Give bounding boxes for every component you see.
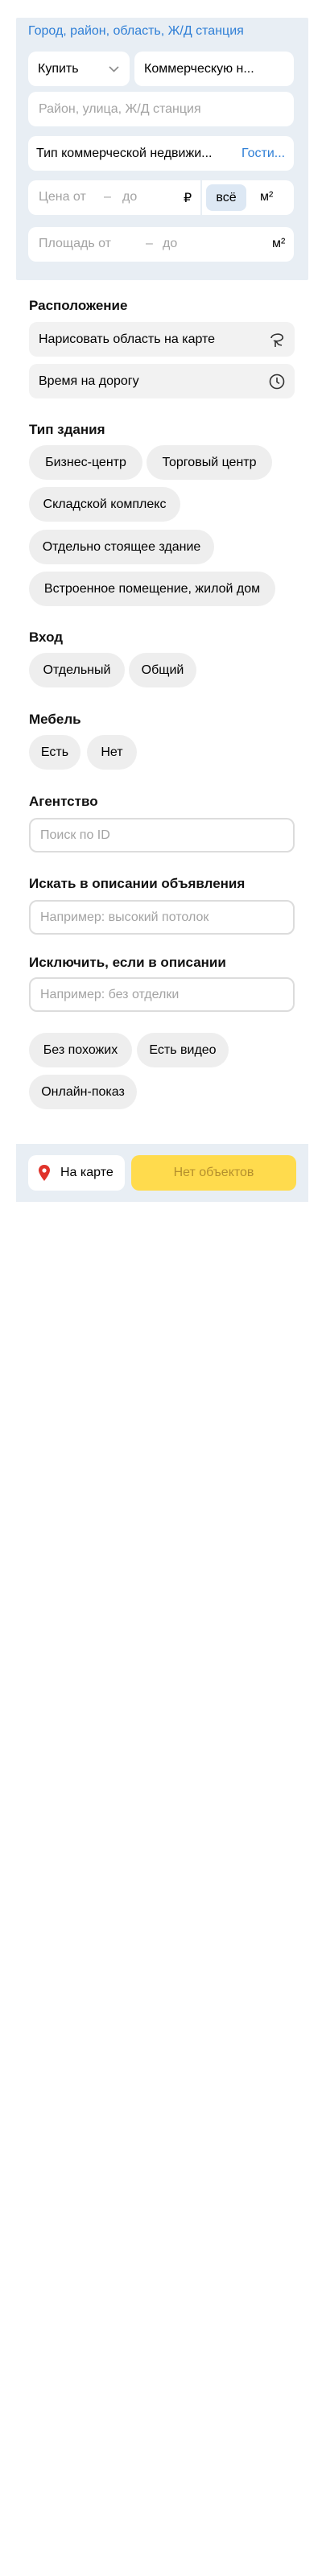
price-unit-sqm-button[interactable]: м² xyxy=(260,190,273,204)
price-from-placeholder: Цена от xyxy=(39,190,86,204)
area-range-input[interactable]: Площадь от – до м² xyxy=(28,227,294,262)
address-input[interactable]: Район, улица, Ж/Д станция xyxy=(28,92,294,126)
agency-title: Агентство xyxy=(29,794,98,809)
entrance-option[interactable]: Общий xyxy=(129,653,196,687)
deal-type-select[interactable]: Купить xyxy=(28,52,130,86)
show-results-label: Нет объектов xyxy=(173,1166,254,1179)
clock-icon xyxy=(269,374,285,390)
building-type-option[interactable]: Складской комплекс xyxy=(29,487,180,522)
description-search-title: Искать в описании объявления xyxy=(29,876,246,891)
extra-option[interactable]: Есть видео xyxy=(137,1033,229,1067)
extra-option[interactable]: Без похожих xyxy=(29,1033,132,1067)
show-on-map-label: На карте xyxy=(60,1166,114,1179)
price-unit-all-label: всё xyxy=(216,190,237,204)
area-from-placeholder: Площадь от xyxy=(39,237,111,250)
location-title: Расположение xyxy=(29,298,128,313)
description-exclude-title: Исключить, если в описании xyxy=(29,955,226,970)
entrance-title: Вход xyxy=(29,630,64,645)
chevron-down-icon xyxy=(109,66,119,72)
travel-time-label: Время на дорогу xyxy=(39,374,139,388)
area-unit: м² xyxy=(272,237,286,250)
furniture-option[interactable]: Нет xyxy=(87,735,137,770)
price-unit-all-button[interactable]: всё xyxy=(206,184,246,211)
agency-id-placeholder: Поиск по ID xyxy=(40,828,110,842)
price-unit-toggle: всё м² xyxy=(202,180,294,215)
furniture-option[interactable]: Есть xyxy=(29,735,80,770)
travel-time-button[interactable]: Время на дорогу xyxy=(29,364,295,398)
commercial-type-select[interactable]: Тип коммерческой недвижи... Гости... xyxy=(28,136,294,171)
extra-option[interactable]: Онлайн-показ xyxy=(29,1075,137,1109)
building-type-option[interactable]: Бизнес-центр xyxy=(29,445,142,480)
furniture-title: Мебель xyxy=(29,712,81,727)
region-link[interactable]: Город, район, область, Ж/Д станция xyxy=(28,24,244,39)
deal-type-value: Купить xyxy=(38,61,79,76)
bottom-action-bar: На карте Нет объектов xyxy=(16,1144,308,1202)
draw-area-button[interactable]: Нарисовать область на карте xyxy=(29,322,295,357)
price-range-input[interactable]: Цена от – до ₽ xyxy=(28,180,200,215)
building-type-option[interactable]: Торговый центр xyxy=(147,445,272,480)
building-type-option[interactable]: Встроенное помещение, жилой дом xyxy=(29,572,275,606)
commercial-type-label: Тип коммерческой недвижи... xyxy=(36,146,213,160)
description-search-input[interactable]: Например: высокий потолок xyxy=(29,900,295,935)
price-filter: Цена от – до ₽ всё м² xyxy=(28,180,294,215)
description-exclude-input[interactable]: Например: без отделки xyxy=(29,977,295,1012)
search-filter-panel: Город, район, область, Ж/Д станция Купит… xyxy=(16,18,308,280)
draw-area-label: Нарисовать область на карте xyxy=(39,332,216,346)
currency-sign: ₽ xyxy=(184,192,192,205)
building-type-option[interactable]: Отдельно стоящее здание xyxy=(29,530,214,564)
lasso-icon xyxy=(270,333,284,347)
show-on-map-button[interactable]: На карте xyxy=(28,1155,125,1191)
description-exclude-placeholder: Например: без отделки xyxy=(40,987,180,1001)
property-category-value: Коммерческую н... xyxy=(144,61,254,76)
agency-id-input[interactable]: Поиск по ID xyxy=(29,818,295,852)
price-range-dash: – xyxy=(104,190,111,204)
description-search-placeholder: Например: высокий потолок xyxy=(40,910,209,924)
building-type-title: Тип здания xyxy=(29,422,105,437)
area-range-dash: – xyxy=(146,237,153,250)
commercial-type-value: Гости... xyxy=(242,146,286,160)
show-results-button[interactable]: Нет объектов xyxy=(131,1155,296,1191)
entrance-option[interactable]: Отдельный xyxy=(29,653,125,687)
map-pin-icon xyxy=(39,1165,50,1181)
area-to-placeholder: до xyxy=(163,237,178,250)
address-placeholder: Район, улица, Ж/Д станция xyxy=(39,101,201,116)
price-to-placeholder: до xyxy=(122,190,138,204)
property-category-select[interactable]: Коммерческую н... xyxy=(134,52,294,86)
